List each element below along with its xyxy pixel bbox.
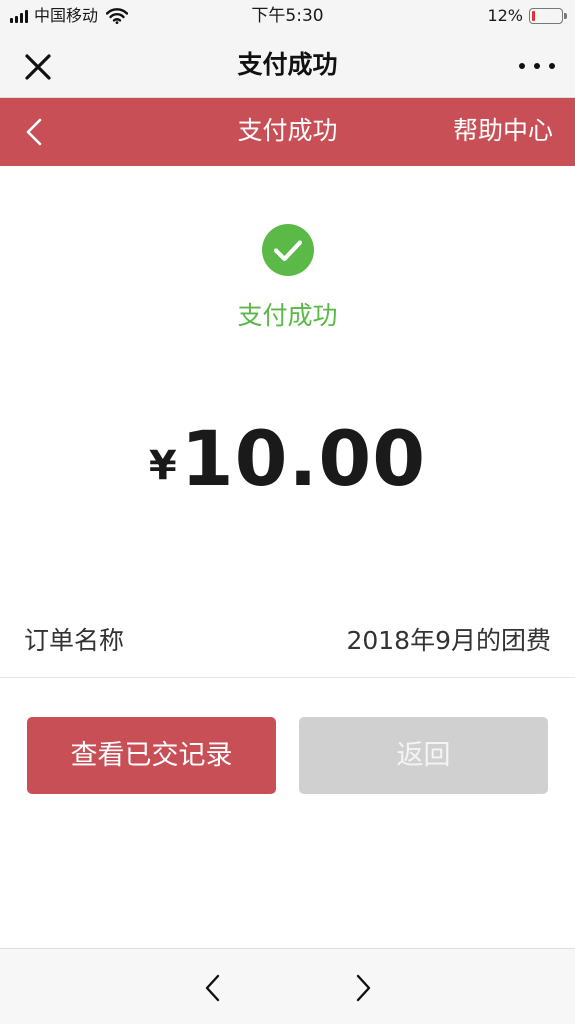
status-right: 12% [487, 6, 567, 26]
battery-icon [529, 8, 567, 24]
wechat-nav-bar: 支付成功 [0, 34, 575, 98]
check-circle-icon [262, 224, 314, 276]
battery-level [532, 11, 535, 21]
order-info-row: 订单名称 2018年9月的团费 [0, 606, 575, 678]
return-button[interactable]: 返回 [299, 717, 548, 794]
order-name-value: 2018年9月的团费 [346, 626, 551, 655]
currency-symbol: ¥ [148, 443, 177, 489]
help-center-link[interactable]: 帮助中心 [453, 114, 553, 148]
page-header: 支付成功 帮助中心 [0, 98, 575, 166]
nav-back-icon[interactable] [198, 971, 228, 1005]
status-bar: 中国移动 下午5:30 12% [0, 0, 575, 34]
payment-status-text: 支付成功 [237, 301, 338, 330]
battery-percent: 12% [487, 6, 523, 25]
payment-amount: ¥10.00 [0, 414, 575, 503]
order-name-label: 订单名称 [24, 626, 125, 655]
wechat-nav-title: 支付成功 [237, 50, 338, 79]
more-icon[interactable] [519, 54, 555, 78]
nav-forward-icon[interactable] [348, 971, 378, 1005]
view-records-button[interactable]: 查看已交记录 [27, 717, 276, 794]
bottom-toolbar [0, 948, 575, 1024]
amount-value: 10.00 [180, 414, 427, 503]
